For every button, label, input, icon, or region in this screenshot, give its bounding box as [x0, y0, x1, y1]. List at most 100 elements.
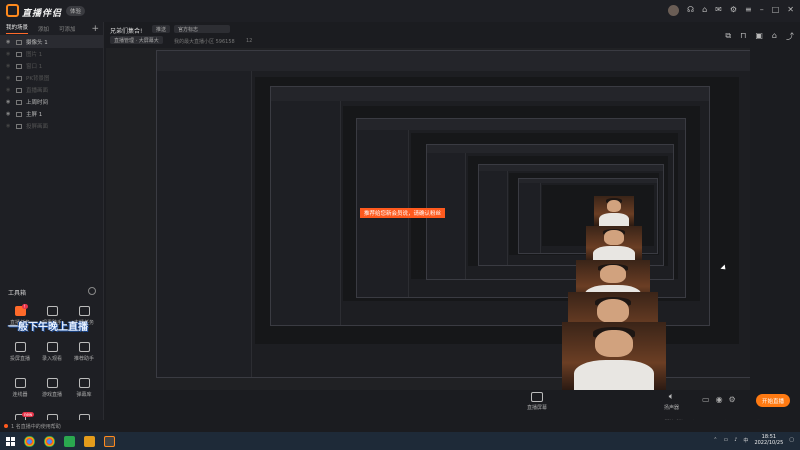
room-title[interactable]: 兄弟们集合! [110, 26, 142, 35]
visibility-icon[interactable]: ◉ [6, 75, 12, 81]
live-preview[interactable]: 推荐给您新会员说，请确认粉丝 [106, 48, 750, 390]
source-label: PK背景图 [26, 76, 50, 82]
mail-icon[interactable]: ✉ [715, 5, 722, 16]
source-type-icon [16, 111, 22, 117]
tool-item[interactable]: 推荐助手 [68, 342, 100, 372]
source-label: 投屏画面 [26, 124, 49, 130]
app-logo-icon [6, 4, 19, 17]
layout-icon[interactable]: ▣ [755, 31, 763, 42]
source-type-icon [16, 51, 22, 57]
tool-icon [14, 342, 26, 352]
home-icon[interactable]: ⌂ [772, 31, 777, 42]
visibility-icon[interactable]: ◉ [6, 63, 12, 69]
tool-icon [78, 342, 90, 352]
webcam-frame-small [586, 226, 642, 262]
source-item[interactable]: ◉ 图片 1 [0, 48, 103, 60]
settings-icon[interactable]: ⚙ [729, 395, 736, 404]
add-source-button[interactable]: + [91, 24, 99, 34]
network-icon[interactable]: ▭ [723, 437, 728, 443]
tool-item[interactable]: 游戏直播 [36, 378, 68, 408]
mic-icon[interactable]: ◉ [716, 395, 723, 404]
share-screen-icon[interactable]: ⧉ [725, 31, 731, 42]
source-item[interactable]: ◉ 窗口 1 [0, 60, 103, 72]
speaker-button[interactable]: 🔈︎ 扬声器 [664, 392, 679, 411]
webcam-frame-small [594, 196, 634, 226]
screen-capture-button[interactable]: 直播屏幕 [522, 392, 552, 411]
shirt-icon[interactable]: ⌂ [702, 5, 707, 16]
title-bar: 直播伴侣 体验 ☊ ⌂ ✉ ⚙ ≡ – □ ✕ [0, 0, 800, 22]
visibility-icon[interactable]: ◉ [6, 87, 12, 93]
source-type-icon [16, 123, 22, 129]
tray-up-icon[interactable]: ⌃ [713, 437, 717, 443]
system-tray: ⌃ ▭ ♪ 中 18:51 2022/10/25 ▢ [713, 434, 794, 446]
visibility-icon[interactable]: ◉ [6, 123, 12, 129]
app-orange-icon[interactable] [84, 435, 95, 447]
webcam-frame-large [562, 322, 666, 390]
source-label: 图片 1 [26, 52, 43, 58]
share-icon[interactable]: ⤴ [786, 31, 794, 42]
gear-icon[interactable]: ⚙ [730, 5, 737, 16]
source-label: 窗口 1 [26, 64, 43, 70]
fans-count: 12 [246, 38, 253, 44]
go-live-button[interactable]: 开始直播 [756, 394, 791, 407]
app-green-icon[interactable] [64, 435, 75, 447]
live-companion-taskbar-icon[interactable] [104, 435, 115, 447]
headset-icon[interactable]: ☊ [687, 5, 694, 16]
visibility-icon[interactable]: ◉ [6, 51, 12, 57]
chrome-icon[interactable] [44, 435, 55, 447]
tab-available[interactable]: 可添加 [59, 25, 76, 33]
live-manage-pill[interactable]: 直播管理 · 大屏幕大 [110, 36, 163, 44]
status-dot-icon [4, 424, 8, 428]
clock-date: 2022/10/25 [754, 440, 784, 446]
scene-sidebar: 我的场景 添加 可添加 + ◉ 摄像头 1 ◉ 图片 1 ◉ 窗口 1 ◉ PK背景图 ◉ 直播画… [0, 22, 104, 434]
source-label: 摄像头 1 [26, 40, 48, 46]
official-pill[interactable]: 官方标志 [174, 25, 230, 33]
tool-label: 弹幕库 [76, 392, 92, 398]
source-item[interactable]: ◉ 上周时间 [0, 96, 103, 108]
menu-icon[interactable]: ≡ [745, 5, 752, 16]
help-status-text: 1 名直播中的使用帮助 [11, 424, 61, 430]
tool-item[interactable]: 弹幕库 [68, 378, 100, 408]
source-item[interactable]: ◉ 直播画面 [0, 84, 103, 96]
tool-label: 连线器 [12, 392, 28, 398]
source-type-icon [16, 63, 22, 69]
minimize-icon[interactable]: – [760, 5, 764, 16]
visibility-icon[interactable]: ◉ [6, 111, 12, 117]
source-item[interactable]: ◉ 摄像头 1 [0, 36, 103, 48]
avatar-icon[interactable] [667, 5, 679, 16]
screen-capture-icon [531, 392, 543, 402]
chrome-icon[interactable] [24, 435, 35, 447]
maximize-icon[interactable]: □ [772, 5, 780, 16]
lock-icon[interactable]: ⊓ [740, 31, 746, 42]
push-pill[interactable]: 推送 [152, 25, 171, 33]
live-companion-app: 直播伴侣 体验 ☊ ⌂ ✉ ⚙ ≡ – □ ✕ 我的场景 添加 可添加 + ◉ 摄… [0, 0, 800, 434]
tool-item[interactable]: 录入观看 [36, 342, 68, 372]
source-type-icon [16, 87, 22, 93]
tool-item[interactable]: 投屏直播 [4, 342, 36, 372]
window-controls: ☊ ⌂ ✉ ⚙ ≡ – □ ✕ [667, 5, 794, 16]
volume-icon[interactable]: ♪ [734, 437, 737, 443]
source-item[interactable]: ◉ 主屏 1 [0, 108, 103, 120]
help-status[interactable]: 1 名直播中的使用帮助 [4, 423, 61, 430]
tool-icon [46, 306, 58, 316]
toolbox-settings-icon[interactable] [88, 287, 96, 295]
room-id-text: 我的最大直播小区 596158 [174, 39, 235, 45]
windows-start-icon[interactable] [6, 436, 15, 446]
source-item[interactable]: ◉ 投屏画面 [0, 120, 103, 132]
source-type-icon [16, 99, 22, 105]
close-icon[interactable]: ✕ [787, 5, 794, 16]
camera-icon[interactable]: ▭ [702, 395, 710, 404]
source-item[interactable]: ◉ PK背景图 [0, 72, 103, 84]
source-label: 上周时间 [26, 100, 49, 106]
taskbar-clock[interactable]: 18:51 2022/10/25 [754, 434, 783, 446]
app-brand: 直播伴侣 [22, 9, 63, 19]
visibility-icon[interactable]: ◉ [6, 39, 12, 45]
notification-icon[interactable]: ▢ [789, 437, 794, 443]
top-right-icons: ⧉ ⊓ ▣ ⌂ ⤴ [725, 31, 794, 42]
tab-add[interactable]: 添加 [38, 25, 49, 33]
visibility-icon[interactable]: ◉ [6, 99, 12, 105]
ime-indicator[interactable]: 中 [743, 437, 748, 444]
tab-my-scenes[interactable]: 我的场景 [6, 23, 29, 34]
tool-item[interactable]: 连线器 [4, 378, 36, 408]
version-badge[interactable]: 体验 [66, 6, 86, 16]
